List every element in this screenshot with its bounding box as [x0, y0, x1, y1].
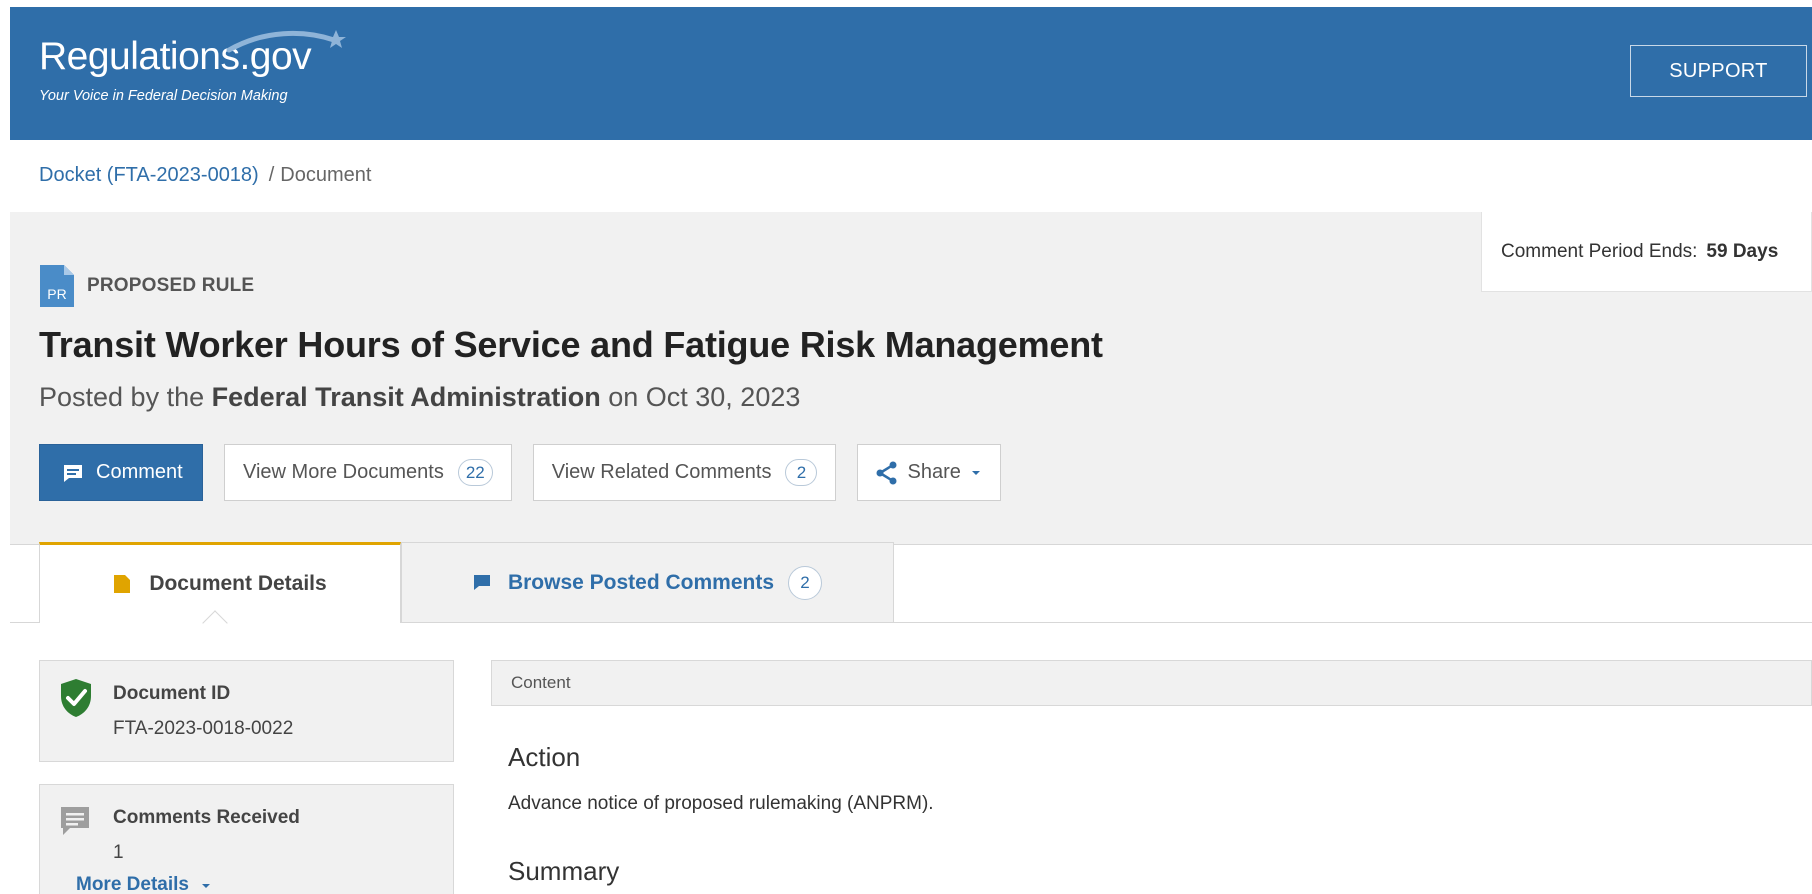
share-label: Share — [907, 461, 961, 483]
tab-document-details-label: Document Details — [149, 572, 327, 595]
chevron-down-icon — [971, 470, 980, 475]
posted-date: on Oct 30, 2023 — [608, 382, 801, 412]
action-heading: Action — [508, 742, 581, 772]
pr-icon-text: PR — [47, 286, 66, 302]
comments-received-value: 1 — [113, 842, 124, 863]
agency-name: Federal Transit Administration — [211, 382, 601, 412]
chevron-down-icon — [202, 884, 211, 888]
posted-prefix: Posted by the — [39, 382, 205, 412]
page-frame: Regulations.gov Your Voice in Federal De… — [10, 7, 1812, 894]
comments-received-title: Comments Received — [113, 807, 300, 828]
share-icon — [876, 461, 897, 484]
document-id-value: FTA-2023-0018-0022 — [113, 718, 294, 739]
action-text: Advance notice of proposed rulemaking (A… — [508, 793, 934, 814]
document-type-label: PROPOSED RULE — [87, 275, 255, 296]
logo-tagline: Your Voice in Federal Decision Making — [39, 88, 288, 104]
share-button[interactable]: Share — [857, 444, 1001, 501]
tab-browse-label: Browse Posted Comments — [507, 570, 775, 594]
tab-browse-posted-comments[interactable]: Browse Posted Comments 2 — [401, 542, 894, 623]
more-details-link[interactable]: More Details — [76, 874, 212, 894]
comment-button-label: Comment — [96, 461, 183, 483]
posted-comments-count-badge: 2 — [788, 565, 823, 600]
document-id-title: Document ID — [113, 683, 231, 704]
logo-swoosh-icon — [226, 30, 346, 53]
comments-icon — [61, 807, 89, 835]
site-logo[interactable]: Regulations.gov Your Voice in Federal De… — [39, 30, 346, 104]
documents-count-badge: 22 — [457, 459, 493, 486]
more-details-label: More Details — [76, 874, 189, 894]
action-buttons: Comment View More Documents 22 View Rela… — [39, 444, 1001, 501]
comment-period-label: Comment Period Ends: — [1501, 240, 1698, 262]
comment-period-box: Comment Period Ends: 59 Days — [1481, 212, 1812, 292]
site-header: Regulations.gov Your Voice in Federal De… — [10, 7, 1812, 140]
tab-document-details[interactable]: Document Details — [39, 542, 401, 623]
comment-period-value: 59 Days — [1706, 240, 1779, 262]
related-comments-count-badge: 2 — [785, 459, 818, 486]
comment-bubble-icon — [473, 575, 490, 590]
comments-received-card: Comments Received 1 More Details — [39, 784, 454, 894]
breadcrumb: Docket (FTA-2023-0018) / Document — [39, 164, 371, 187]
document-id-card: Document ID FTA-2023-0018-0022 — [39, 660, 454, 762]
posted-by-line: Posted by the Federal Transit Administra… — [39, 382, 800, 413]
breadcrumb-current: Document — [280, 164, 372, 186]
breadcrumb-separator: / — [268, 164, 275, 186]
document-type: PR PROPOSED RULE — [40, 265, 254, 307]
comment-icon — [64, 464, 82, 482]
document-icon — [114, 575, 131, 593]
breadcrumb-docket-link[interactable]: Docket (FTA-2023-0018) — [39, 164, 259, 186]
document-title: Transit Worker Hours of Service and Fati… — [39, 324, 1103, 365]
view-related-comments-label: View Related Comments — [551, 461, 772, 483]
support-button[interactable]: SUPPORT — [1630, 45, 1807, 97]
view-related-comments-button[interactable]: View Related Comments 2 — [532, 444, 837, 501]
proposed-rule-icon: PR — [40, 265, 74, 307]
view-more-documents-button[interactable]: View More Documents 22 — [224, 444, 512, 501]
content-section-bar: Content — [491, 660, 1812, 706]
view-more-documents-label: View More Documents — [243, 461, 444, 483]
verified-shield-icon — [61, 679, 91, 717]
comment-button[interactable]: Comment — [39, 444, 203, 501]
summary-heading: Summary — [508, 856, 620, 886]
